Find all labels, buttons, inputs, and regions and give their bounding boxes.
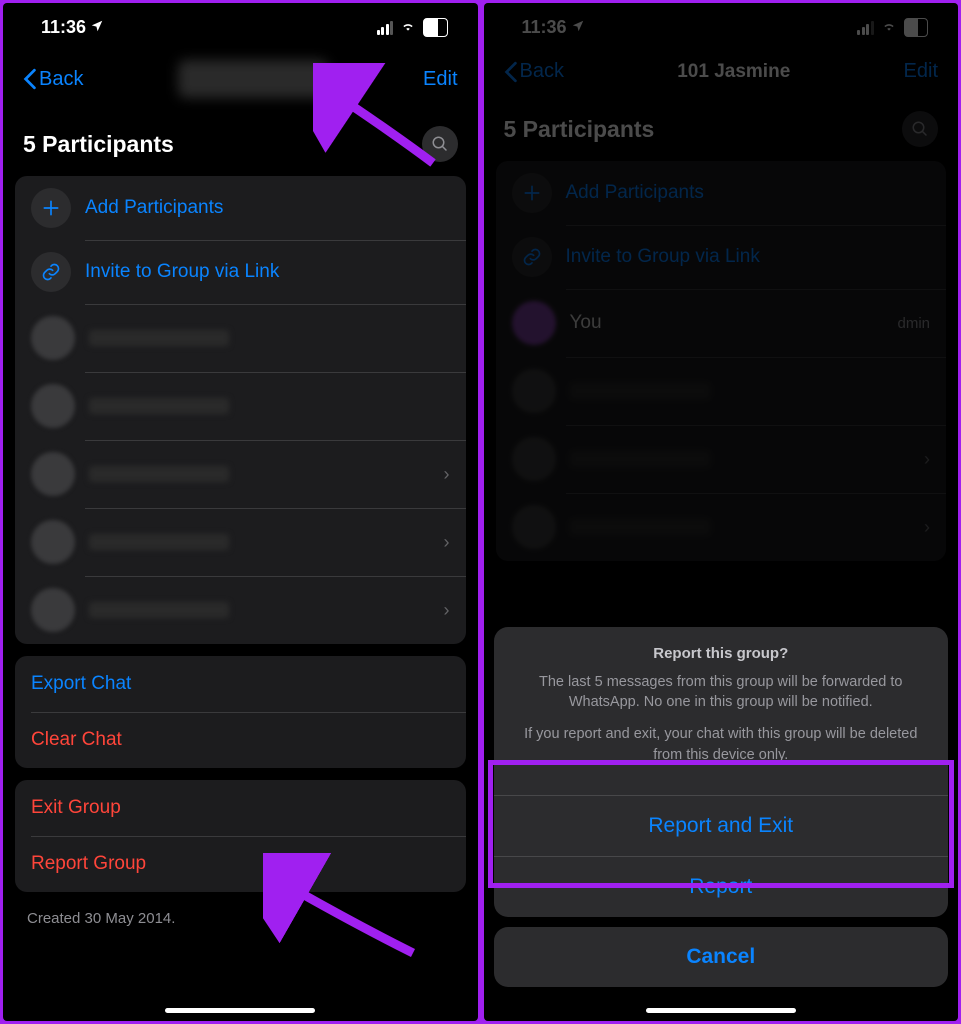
participants-header: 5 Participants bbox=[3, 116, 478, 176]
action-sheet: Report this group? The last 5 messages f… bbox=[494, 627, 949, 917]
cancel-button[interactable]: Cancel bbox=[494, 927, 949, 987]
home-indicator[interactable] bbox=[646, 1008, 796, 1013]
avatar bbox=[31, 520, 75, 564]
home-indicator[interactable] bbox=[165, 1008, 315, 1013]
export-chat-label: Export Chat bbox=[31, 673, 131, 695]
chevron-right-icon: › bbox=[444, 532, 450, 553]
participants-title: 5 Participants bbox=[23, 131, 174, 158]
exit-group-row[interactable]: Exit Group bbox=[15, 780, 466, 836]
participant-name-redacted bbox=[89, 398, 229, 414]
report-and-exit-button[interactable]: Report and Exit bbox=[494, 795, 949, 856]
add-participants-label: Add Participants bbox=[85, 197, 223, 219]
avatar bbox=[31, 588, 75, 632]
participant-name-redacted bbox=[89, 534, 229, 550]
invite-link-row[interactable]: Invite to Group via Link bbox=[15, 240, 466, 304]
participant-row[interactable] bbox=[15, 304, 466, 372]
action-sheet-overlay[interactable]: Report this group? The last 5 messages f… bbox=[484, 3, 959, 1021]
participant-row[interactable]: › bbox=[15, 508, 466, 576]
sheet-line1: The last 5 messages from this group will… bbox=[514, 672, 929, 713]
chat-actions-card: Export Chat Clear Chat bbox=[15, 656, 466, 768]
participants-card: Add Participants Invite to Group via Lin… bbox=[15, 176, 466, 644]
report-group-row[interactable]: Report Group bbox=[15, 836, 466, 892]
edit-button[interactable]: Edit bbox=[423, 68, 457, 91]
back-button[interactable]: Back bbox=[23, 68, 83, 91]
plus-icon bbox=[31, 188, 71, 228]
phone-left: 11:36 60 Back Edit 5 Participants bbox=[3, 3, 478, 1021]
participant-name-redacted bbox=[89, 466, 229, 482]
location-icon bbox=[90, 17, 104, 38]
participant-row[interactable]: › bbox=[15, 440, 466, 508]
created-date: Created 30 May 2014. bbox=[3, 904, 478, 933]
search-button[interactable] bbox=[422, 126, 458, 162]
group-name-redacted bbox=[178, 60, 328, 98]
chevron-right-icon: › bbox=[444, 464, 450, 485]
participant-name-redacted bbox=[89, 602, 229, 618]
clear-chat-row[interactable]: Clear Chat bbox=[15, 712, 466, 768]
phone-right: 11:36 60 Back 101 Jasmine Edit 5 bbox=[484, 3, 959, 1021]
avatar bbox=[31, 452, 75, 496]
participant-name-redacted bbox=[89, 330, 229, 346]
battery-icon: 60 bbox=[423, 18, 447, 37]
exit-group-label: Exit Group bbox=[31, 797, 121, 819]
report-button[interactable]: Report bbox=[494, 856, 949, 917]
status-time: 11:36 bbox=[41, 17, 86, 38]
status-bar: 11:36 60 bbox=[3, 3, 478, 42]
group-actions-card: Exit Group Report Group bbox=[15, 780, 466, 892]
clear-chat-label: Clear Chat bbox=[31, 729, 122, 751]
add-participants-row[interactable]: Add Participants bbox=[15, 176, 466, 240]
chevron-right-icon: › bbox=[444, 600, 450, 621]
sheet-title: Report this group? bbox=[514, 645, 929, 662]
avatar bbox=[31, 384, 75, 428]
back-label: Back bbox=[39, 68, 83, 91]
chevron-left-icon bbox=[23, 68, 37, 90]
search-icon bbox=[431, 135, 449, 153]
sheet-header: Report this group? The last 5 messages f… bbox=[494, 627, 949, 795]
participant-row[interactable] bbox=[15, 372, 466, 440]
avatar bbox=[31, 316, 75, 360]
nav-bar: Back Edit bbox=[3, 42, 478, 116]
invite-link-label: Invite to Group via Link bbox=[85, 261, 279, 283]
report-group-label: Report Group bbox=[31, 853, 146, 875]
link-icon bbox=[31, 252, 71, 292]
participant-row[interactable]: › bbox=[15, 576, 466, 644]
wifi-icon bbox=[399, 17, 417, 38]
cellular-icon bbox=[377, 21, 394, 35]
sheet-line2: If you report and exit, your chat with t… bbox=[514, 724, 929, 765]
export-chat-row[interactable]: Export Chat bbox=[15, 656, 466, 712]
